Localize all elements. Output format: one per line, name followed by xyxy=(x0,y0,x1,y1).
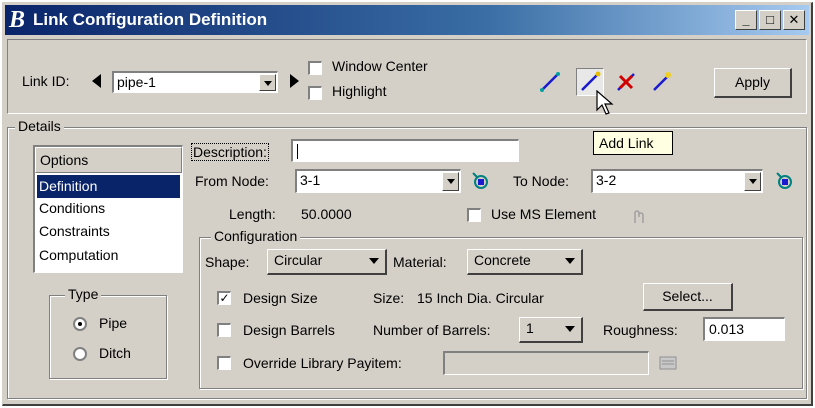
size-label: Size: xyxy=(373,290,405,306)
link-id-label: Link ID: xyxy=(22,73,70,89)
design-size-checkbox[interactable]: ✓ xyxy=(217,291,231,305)
select-button[interactable]: Select... xyxy=(643,283,733,311)
length-value: 50.0000 xyxy=(301,206,352,222)
close-button[interactable]: ✕ xyxy=(783,10,805,30)
option-conditions[interactable]: Conditions xyxy=(37,197,180,220)
from-node-value: 3-1 xyxy=(300,172,321,188)
shape-label: Shape: xyxy=(205,254,250,270)
override-payitem-label: Override Library Payitem: xyxy=(243,355,402,371)
chevron-down-icon[interactable] xyxy=(744,172,761,191)
window-title: Link Configuration Definition xyxy=(33,10,268,29)
roughness-label: Roughness: xyxy=(603,322,678,338)
link-id-combo[interactable]: pipe-1 xyxy=(112,71,278,93)
apply-button[interactable]: Apply xyxy=(714,68,792,98)
design-barrels-checkbox[interactable] xyxy=(217,323,231,337)
text-caret xyxy=(297,144,298,159)
roughness-input[interactable]: 0.013 xyxy=(703,317,785,341)
length-label: Length: xyxy=(229,206,276,222)
window-center-checkbox[interactable] xyxy=(308,61,322,75)
chevron-down-icon xyxy=(565,326,575,332)
link-id-value: pipe-1 xyxy=(117,74,156,90)
description-label: Description: xyxy=(191,143,269,161)
options-list[interactable]: Options Definition Conditions Constraint… xyxy=(33,145,183,273)
override-payitem-checkbox[interactable] xyxy=(217,356,231,370)
material-label: Material: xyxy=(393,254,447,270)
options-header: Options xyxy=(35,147,182,173)
chevron-down-icon xyxy=(565,258,575,264)
num-barrels-label: Number of Barrels: xyxy=(373,322,491,338)
configuration-title: Configuration xyxy=(211,228,301,244)
highlight-checkbox[interactable] xyxy=(308,86,322,100)
material-dropdown[interactable]: Concrete xyxy=(467,249,583,275)
ditch-radio[interactable] xyxy=(73,347,87,361)
mouse-cursor-icon xyxy=(596,90,614,115)
pipe-label: Pipe xyxy=(99,315,128,331)
payitem-browse-icon xyxy=(659,356,677,370)
type-title: Type xyxy=(65,286,102,302)
option-constraints[interactable]: Constraints xyxy=(37,220,180,243)
next-arrow-icon[interactable] xyxy=(290,74,300,88)
highlight-label: Highlight xyxy=(332,83,387,99)
dialog-window: B Link Configuration Definition _ □ ✕ Li… xyxy=(2,2,813,406)
ditch-label: Ditch xyxy=(99,345,131,361)
size-value: 15 Inch Dia. Circular xyxy=(417,290,544,306)
chevron-down-icon[interactable] xyxy=(442,172,459,191)
window-center-label: Window Center xyxy=(332,58,428,74)
use-ms-element-label: Use MS Element xyxy=(491,206,597,222)
minimize-button[interactable]: _ xyxy=(735,10,757,30)
from-node-label: From Node: xyxy=(195,173,269,189)
option-definition[interactable]: Definition xyxy=(37,175,180,198)
previous-arrow-icon[interactable] xyxy=(92,74,102,88)
delete-link-icon[interactable] xyxy=(614,70,638,94)
material-value: Concrete xyxy=(474,252,531,268)
link-toolbar-panel: Link ID: pipe-1 Window Center Highlight xyxy=(7,39,807,115)
pipe-radio[interactable] xyxy=(73,317,87,331)
override-payitem-input[interactable] xyxy=(443,351,649,375)
chevron-down-icon xyxy=(369,258,379,264)
design-barrels-label: Design Barrels xyxy=(243,322,335,338)
pick-from-node-icon[interactable] xyxy=(469,169,493,193)
to-node-label: To Node: xyxy=(513,173,570,189)
description-input[interactable] xyxy=(291,139,519,162)
option-computation[interactable]: Computation xyxy=(37,244,180,267)
type-group xyxy=(49,295,167,379)
to-node-combo[interactable]: 3-2 xyxy=(591,169,763,193)
num-barrels-value: 1 xyxy=(526,320,534,336)
from-node-combo[interactable]: 3-1 xyxy=(295,169,461,193)
design-size-label: Design Size xyxy=(243,290,318,306)
select-link-icon[interactable] xyxy=(538,70,562,94)
ms-element-pick-icon xyxy=(634,210,644,223)
shape-value: Circular xyxy=(274,252,323,268)
to-node-value: 3-2 xyxy=(596,172,617,188)
num-barrels-dropdown[interactable]: 1 xyxy=(519,317,583,343)
title-bar[interactable]: B Link Configuration Definition _ □ ✕ xyxy=(5,5,809,35)
app-logo: B xyxy=(9,7,26,33)
roughness-value: 0.013 xyxy=(709,321,745,337)
shape-dropdown[interactable]: Circular xyxy=(267,249,387,275)
details-title: Details xyxy=(15,118,64,134)
chevron-down-icon[interactable] xyxy=(259,74,276,91)
use-ms-element-checkbox[interactable] xyxy=(467,208,481,222)
maximize-button[interactable]: □ xyxy=(759,10,781,30)
pick-to-node-icon[interactable] xyxy=(773,169,797,193)
edit-link-icon[interactable] xyxy=(650,70,674,94)
